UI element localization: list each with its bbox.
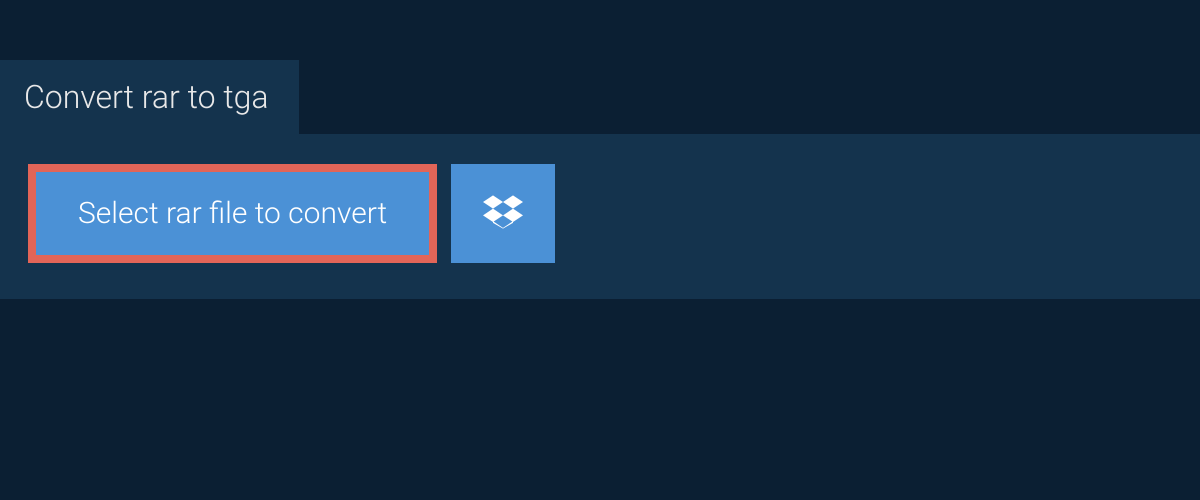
convert-panel: Select rar file to convert [0,134,1200,299]
select-file-button[interactable]: Select rar file to convert [28,164,437,263]
tab-label: Convert rar to tga [24,78,269,116]
select-file-label: Select rar file to convert [78,196,387,231]
dropbox-icon [483,192,523,236]
button-row: Select rar file to convert [28,164,1172,263]
tab-convert[interactable]: Convert rar to tga [0,60,299,134]
dropbox-button[interactable] [451,164,555,263]
